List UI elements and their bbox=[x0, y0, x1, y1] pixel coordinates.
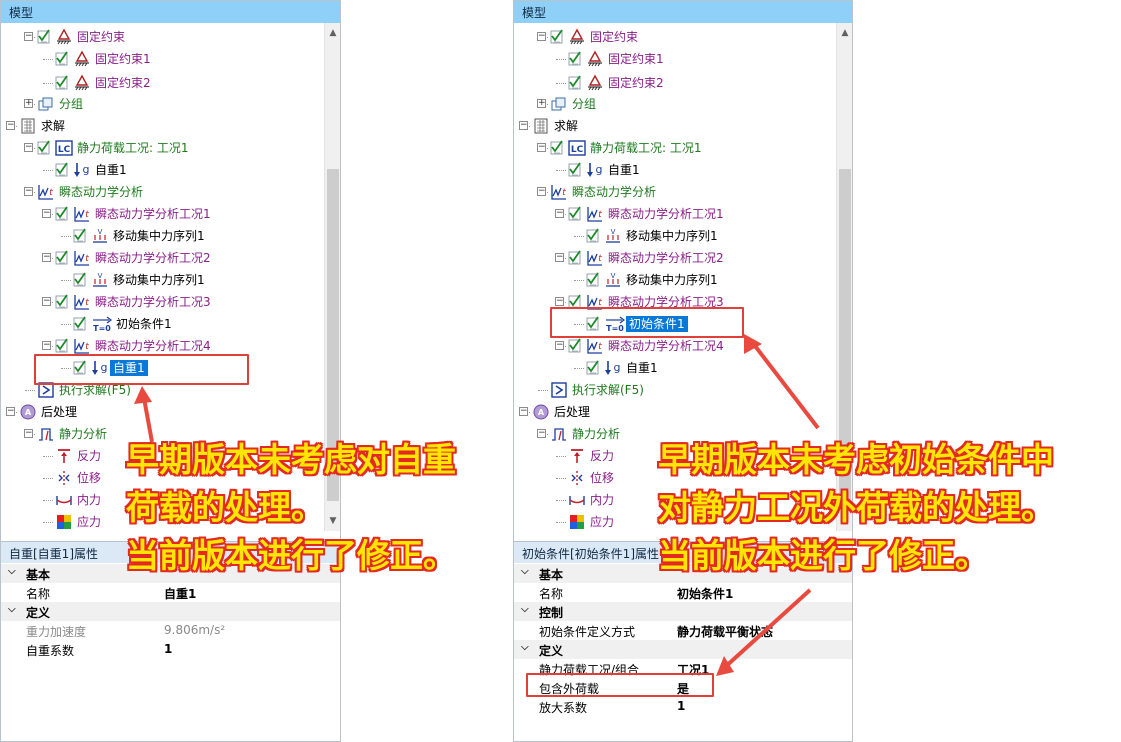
callout-line: 早期版本未考虑对自重 bbox=[126, 440, 456, 479]
callout-line: 当前版本进行了修正。 bbox=[126, 536, 456, 575]
arrow-to-external-load bbox=[722, 588, 812, 670]
callout-right: 早期版本未考虑初始条件中 对静力工况外荷载的处理。 当前版本进行了修正。 bbox=[658, 436, 1054, 580]
callout-line: 荷载的处理。 bbox=[126, 488, 324, 527]
callout-line: 当前版本进行了修正。 bbox=[658, 536, 988, 575]
arrowhead bbox=[134, 386, 152, 404]
callout-line: 早期版本未考虑初始条件中 bbox=[658, 440, 1054, 479]
arrow-to-initial-condition bbox=[750, 340, 820, 430]
annotation-arrows bbox=[134, 334, 820, 676]
callout-line: 对静力工况外荷载的处理。 bbox=[658, 488, 1054, 527]
callout-left: 早期版本未考虑对自重 荷载的处理。 当前版本进行了修正。 bbox=[126, 436, 456, 580]
